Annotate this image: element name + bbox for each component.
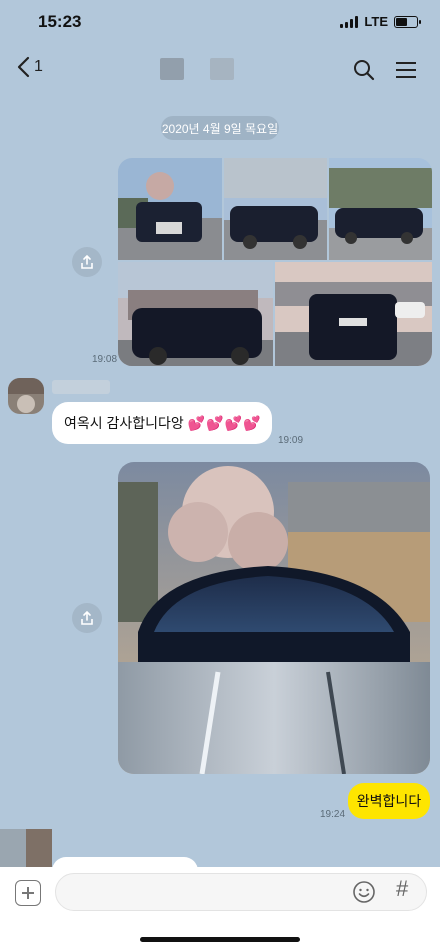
signal-icon [340,15,359,28]
blurred-name-block [210,58,234,80]
back-button[interactable]: 1 [16,56,43,78]
home-indicator [140,937,300,942]
share-icon [81,610,93,625]
date-divider: 2020년 4월 9일 목요일 [161,116,279,140]
blurred-name-block [160,58,184,80]
share-icon [81,254,93,269]
message-time: 19:24 [320,809,346,820]
menu-icon[interactable] [394,58,418,82]
car-photo[interactable] [224,158,327,260]
car-photo[interactable] [329,158,432,260]
avatar[interactable] [8,378,44,414]
chat-header: 1 [0,44,440,96]
share-button[interactable] [72,247,102,277]
search-icon[interactable] [352,58,376,82]
battery-icon [394,15,421,28]
status-time: 15:23 [38,12,82,31]
status-indicators: LTE [340,14,421,29]
message-text: 여옥시 감사합니다앙 [64,415,184,431]
sender-name-blurred [52,380,110,394]
incoming-message-bubble[interactable]: 여옥시 감사합니다앙 💕💕💕💕 [52,402,272,444]
status-bar: 15:23 LTE [0,0,440,44]
emoji-icon[interactable] [352,880,376,904]
share-button[interactable] [72,603,102,633]
car-hood-photo[interactable] [118,462,430,774]
outgoing-message-bubble[interactable]: 완벽합니다 [348,783,430,819]
avatar[interactable] [0,829,52,869]
network-label: LTE [364,14,388,29]
car-photo[interactable] [275,262,432,366]
message-text: 완벽합니다 [356,793,422,809]
chat-title-blurred[interactable] [160,58,234,80]
back-chevron-icon [17,56,30,78]
message-time: 19:09 [278,435,304,446]
message-time: 19:08 [92,354,118,365]
hashtag-search-button[interactable]: # [396,876,408,902]
heart-emoji-icon: 💕💕💕💕 [187,414,262,431]
add-attachment-button[interactable] [15,880,41,906]
unread-count: 1 [34,58,43,75]
car-photo[interactable] [118,158,222,260]
car-photo[interactable] [118,262,273,366]
